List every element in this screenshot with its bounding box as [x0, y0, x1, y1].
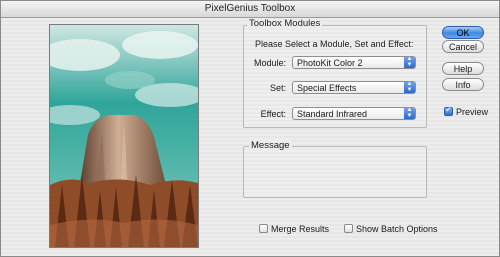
show-batch-options-label: Show Batch Options — [356, 224, 438, 234]
preview-image — [49, 24, 199, 248]
select-arrows-icon: ▲ ▼ — [404, 107, 415, 119]
merge-results-label: Merge Results — [271, 224, 330, 234]
cancel-button[interactable]: Cancel — [442, 40, 484, 53]
set-select[interactable]: Special Effects ▲ ▼ — [292, 81, 416, 94]
window-title: PixelGenius Toolbox — [1, 1, 499, 18]
instruction-text: Please Select a Module, Set and Effect: — [255, 39, 414, 49]
preview-label: Preview — [456, 107, 489, 117]
help-button[interactable]: Help — [442, 62, 484, 75]
select-arrows-icon: ▲ ▼ — [404, 56, 415, 68]
effect-select[interactable]: Standard Infrared ▲ ▼ — [292, 107, 416, 120]
module-select[interactable]: PhotoKit Color 2 ▲ ▼ — [292, 56, 416, 69]
ok-button[interactable]: OK — [442, 26, 484, 39]
toolbox-dialog: PixelGenius Toolbox Toolbox Modules Plea… — [0, 0, 500, 257]
select-arrows-icon: ▲ ▼ — [404, 81, 415, 93]
set-label: Set: — [269, 83, 286, 93]
merge-results-checkbox[interactable] — [259, 224, 268, 233]
show-batch-options-checkbox[interactable] — [344, 224, 353, 233]
toolbox-modules-title: Toolbox Modules — [247, 18, 323, 29]
info-button[interactable]: Info — [442, 78, 484, 91]
message-box — [243, 146, 427, 198]
effect-label: Effect: — [260, 109, 286, 119]
preview-checkbox[interactable] — [444, 105, 453, 116]
module-label: Module: — [253, 58, 286, 68]
effect-value: Standard Infrared — [297, 109, 368, 119]
message-title: Message — [249, 140, 292, 151]
set-value: Special Effects — [297, 83, 357, 93]
module-value: PhotoKit Color 2 — [297, 58, 363, 68]
